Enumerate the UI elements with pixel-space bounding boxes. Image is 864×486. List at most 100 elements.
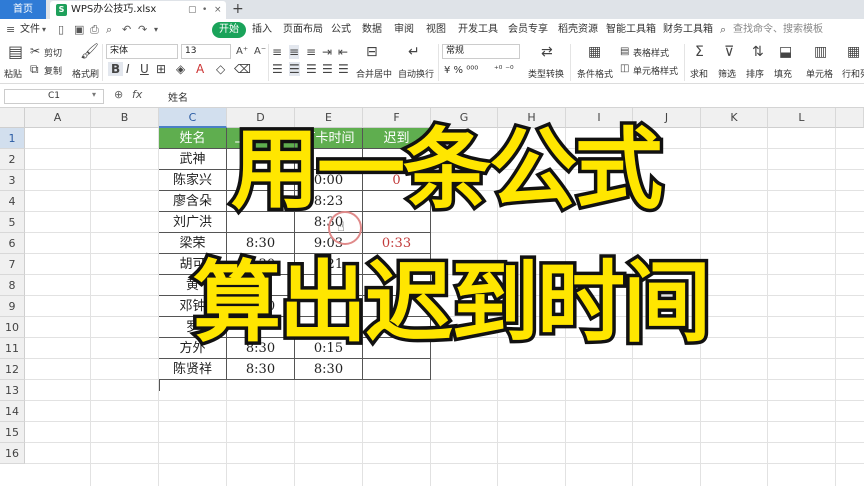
- clear-format-icon[interactable]: ◇: [216, 62, 225, 76]
- conditional-format-icon[interactable]: ▦: [588, 45, 601, 59]
- font-color-icon[interactable]: A: [196, 62, 204, 76]
- italic-button[interactable]: I: [126, 62, 130, 76]
- fx-icon[interactable]: fx: [132, 88, 142, 101]
- redo-icon[interactable]: ↷: [138, 19, 147, 41]
- row-header[interactable]: 13: [0, 380, 25, 401]
- row-header[interactable]: 1: [0, 128, 25, 149]
- auto-wrap-button[interactable]: 自动换行: [398, 67, 434, 80]
- eraser-icon[interactable]: ⌫: [234, 62, 251, 76]
- align-bottom-icon[interactable]: ≡: [306, 45, 316, 59]
- distribute-icon[interactable]: ☰: [338, 62, 349, 76]
- more-chevron-icon[interactable]: ▾: [154, 19, 158, 41]
- file-tab[interactable]: S WPS办公技巧.xlsx ▢ • ×: [50, 1, 226, 19]
- paste-label[interactable]: 粘贴: [4, 67, 22, 80]
- wrap-text-icon[interactable]: ↵: [408, 45, 420, 59]
- table-cell[interactable]: 8:30: [227, 359, 295, 380]
- font-size-select[interactable]: 13: [181, 44, 231, 59]
- row-header[interactable]: 3: [0, 170, 25, 191]
- fill-color-icon[interactable]: ◈: [176, 62, 185, 76]
- fill-button[interactable]: 填充: [774, 67, 792, 80]
- cell-icon[interactable]: ▥: [814, 45, 827, 59]
- column-header[interactable]: L: [768, 108, 836, 128]
- format-painter-button[interactable]: 格式刷: [72, 67, 99, 80]
- cut-button[interactable]: 剪切: [44, 46, 62, 59]
- home-tab[interactable]: 首页: [0, 0, 46, 19]
- table-cell[interactable]: 刘广洪: [159, 212, 227, 233]
- underline-button[interactable]: U: [140, 62, 149, 76]
- fill-icon[interactable]: ⬓: [779, 45, 792, 59]
- number-format-select[interactable]: 常规: [442, 44, 520, 59]
- name-box[interactable]: C1: [4, 89, 104, 104]
- row-header[interactable]: 10: [0, 317, 25, 338]
- window-icon[interactable]: ▢: [188, 1, 197, 19]
- currency-percent-icons[interactable]: ¥ % ⁰⁰⁰: [444, 65, 478, 76]
- type-convert-button[interactable]: 类型转换: [528, 67, 564, 80]
- column-header[interactable]: A: [25, 108, 91, 128]
- indent-icon[interactable]: ⇥: [322, 45, 332, 59]
- row-header[interactable]: 2: [0, 149, 25, 170]
- row-header[interactable]: 5: [0, 212, 25, 233]
- menu-review[interactable]: 审阅: [394, 19, 414, 41]
- row-col-icon[interactable]: ▦: [847, 45, 860, 59]
- menu-insert[interactable]: 插入: [252, 19, 272, 41]
- table-cell[interactable]: 陈贤祥: [159, 359, 227, 380]
- row-header[interactable]: 8: [0, 275, 25, 296]
- row-col-button[interactable]: 行和列: [842, 67, 864, 80]
- border-icon[interactable]: ⊞: [156, 62, 166, 76]
- menu-smart-toolbox[interactable]: 智能工具箱: [606, 19, 656, 41]
- table-cell[interactable]: 陈家兴: [159, 170, 227, 191]
- decrease-font-icon[interactable]: A⁻: [254, 45, 266, 59]
- table-style-icon[interactable]: ▤: [620, 45, 629, 59]
- filter-icon[interactable]: ⊽: [724, 45, 734, 59]
- row-header[interactable]: 14: [0, 401, 25, 422]
- cell-style-icon[interactable]: ◫: [620, 62, 629, 76]
- search-icon[interactable]: ⌕: [720, 19, 726, 41]
- menu-member[interactable]: 会员专享: [508, 19, 548, 41]
- paste-icon[interactable]: ▤: [8, 44, 23, 60]
- table-cell[interactable]: [363, 359, 431, 380]
- sort-button[interactable]: 排序: [746, 67, 764, 80]
- justify-icon[interactable]: ☰: [322, 62, 333, 76]
- menu-page-layout[interactable]: 页面布局: [283, 19, 323, 41]
- close-tab-icon[interactable]: ×: [214, 1, 222, 19]
- column-header-partial[interactable]: [836, 108, 864, 128]
- font-name-select[interactable]: 宋体: [106, 44, 178, 59]
- type-convert-icon[interactable]: ⇄: [541, 45, 553, 59]
- table-cell[interactable]: 8:30: [295, 359, 363, 380]
- menu-docer[interactable]: 稻壳资源: [558, 19, 598, 41]
- save-icon[interactable]: ▣: [74, 19, 84, 41]
- align-middle-icon[interactable]: ≡: [289, 45, 300, 59]
- print-icon[interactable]: ⎙: [90, 19, 99, 41]
- row-header[interactable]: 12: [0, 359, 25, 380]
- search-input[interactable]: 查找命令、搜索模板: [733, 19, 823, 41]
- table-cell[interactable]: 廖含朵: [159, 191, 227, 212]
- print-preview-icon[interactable]: ⌕: [106, 19, 112, 41]
- table-style-button[interactable]: 表格样式: [633, 46, 669, 59]
- menu-finance-toolbox[interactable]: 财务工具箱: [663, 19, 713, 41]
- formula-input[interactable]: 姓名: [168, 89, 188, 104]
- sum-button[interactable]: 求和: [690, 67, 708, 80]
- zoom-icon[interactable]: ⊕: [114, 88, 123, 101]
- merge-center-icon[interactable]: ⊟: [366, 45, 378, 59]
- cell-button[interactable]: 单元格: [806, 67, 833, 80]
- copy-icon[interactable]: ⧉: [30, 62, 39, 76]
- conditional-format-button[interactable]: 条件格式: [577, 67, 613, 80]
- hamburger-icon[interactable]: ≡: [6, 19, 15, 41]
- row-header[interactable]: 9: [0, 296, 25, 317]
- new-tab-button[interactable]: +: [232, 0, 244, 19]
- row-header[interactable]: 6: [0, 233, 25, 254]
- column-header[interactable]: K: [701, 108, 768, 128]
- sort-icon[interactable]: ⇅: [752, 45, 764, 59]
- row-header[interactable]: 11: [0, 338, 25, 359]
- bold-button[interactable]: B: [108, 62, 124, 76]
- undo-icon[interactable]: ↶: [122, 19, 131, 41]
- namebox-chevron-icon[interactable]: ▾: [92, 90, 96, 99]
- table-cell[interactable]: 武神: [159, 149, 227, 170]
- align-center-icon[interactable]: ☰: [289, 62, 300, 76]
- column-header-selected[interactable]: C: [159, 108, 227, 128]
- row-header[interactable]: 16: [0, 443, 25, 464]
- filter-button[interactable]: 筛选: [718, 67, 736, 80]
- row-header[interactable]: 7: [0, 254, 25, 275]
- table-header-cell[interactable]: 姓名: [159, 128, 227, 149]
- sum-icon[interactable]: Σ: [695, 45, 704, 59]
